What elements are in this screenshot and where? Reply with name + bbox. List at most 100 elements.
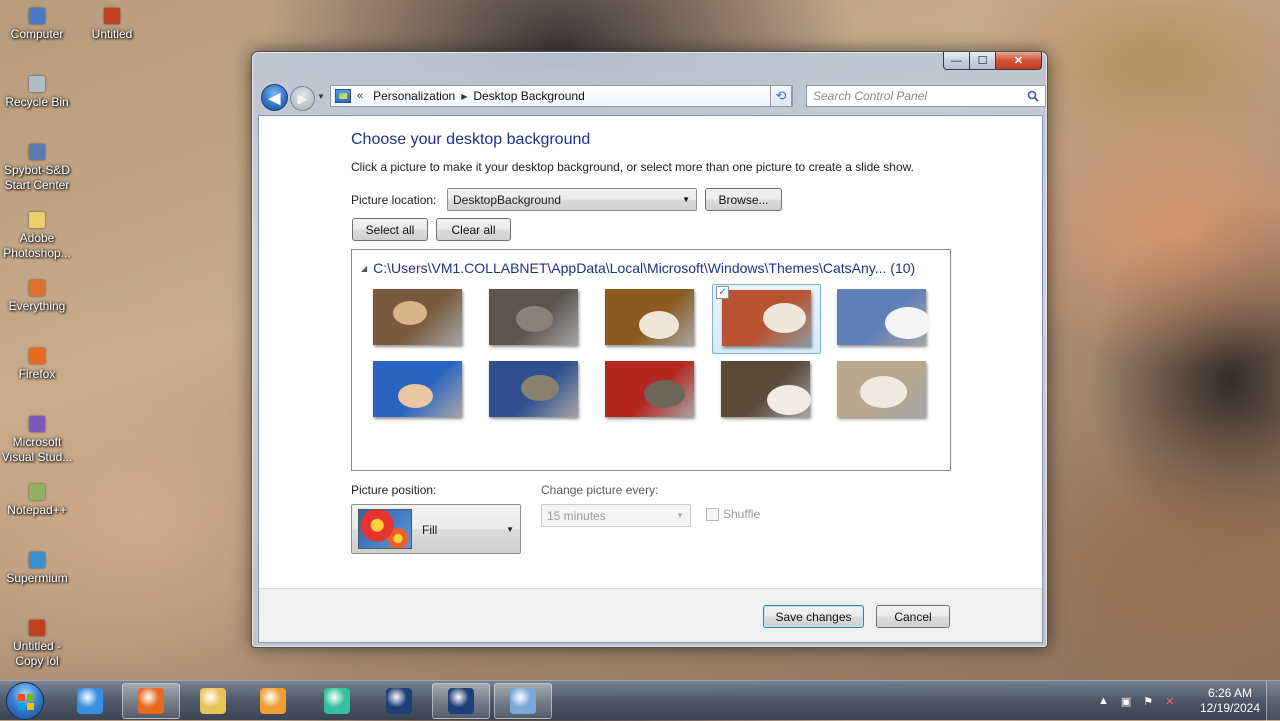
picture-position-value: Fill bbox=[422, 523, 438, 537]
desktop-icon-notepadpp[interactable]: Notepad++ bbox=[0, 484, 74, 518]
desktop-icon-firefox[interactable]: Firefox bbox=[0, 348, 74, 382]
wallpaper-thumbnail[interactable] bbox=[364, 284, 473, 354]
maximize-button[interactable]: ☐ bbox=[970, 52, 996, 70]
cat-shape bbox=[763, 303, 806, 333]
caption-buttons: — ☐ ✕ bbox=[943, 52, 1042, 70]
breadcrumb-separator-icon[interactable]: ▶ bbox=[461, 92, 467, 101]
cat-photo-image bbox=[489, 289, 578, 345]
minimize-button[interactable]: — bbox=[943, 52, 970, 70]
desktop-icon-spybot[interactable]: Spybot-S&D Start Center bbox=[0, 144, 74, 193]
desktop-icon-label: Untitled bbox=[91, 27, 133, 41]
recent-pages-dropdown-icon[interactable]: ▼ bbox=[317, 92, 325, 101]
taskbar-button[interactable] bbox=[494, 683, 552, 719]
desktop-icon-label: Computer bbox=[10, 27, 64, 41]
cat-photo-image bbox=[837, 289, 931, 345]
clear-all-button[interactable]: Clear all bbox=[436, 218, 511, 241]
search-input[interactable]: Search Control Panel bbox=[806, 85, 1046, 107]
save-changes-button[interactable]: Save changes bbox=[763, 605, 864, 628]
wallpaper-thumbnail[interactable] bbox=[480, 356, 589, 426]
desktop-icon-computer[interactable]: Computer bbox=[0, 8, 74, 42]
taskbar-button[interactable] bbox=[308, 683, 366, 719]
wallpaper-thumbnail[interactable] bbox=[596, 284, 705, 354]
internet-explorer-icon bbox=[77, 688, 103, 714]
select-all-button[interactable]: Select all bbox=[352, 218, 428, 241]
close-button[interactable]: ✕ bbox=[996, 52, 1042, 70]
windows-logo-icon bbox=[18, 694, 34, 710]
desktop-icon-supermium[interactable]: Supermium bbox=[0, 552, 74, 586]
collapse-triangle-icon[interactable]: ◢ bbox=[361, 264, 367, 273]
firefox-icon bbox=[138, 688, 164, 714]
breadcrumb-desktop-background[interactable]: Desktop Background bbox=[473, 89, 584, 103]
action-center-flag-icon[interactable]: ⚑ bbox=[1143, 695, 1153, 708]
desktop-icon-label: Recycle Bin bbox=[5, 95, 69, 109]
desktop-icon-photoshop[interactable]: Adobe Photoshop... bbox=[0, 212, 74, 261]
volume-muted-icon[interactable]: ✕ bbox=[1165, 695, 1174, 708]
cat-shape bbox=[521, 375, 559, 401]
firefox-icon bbox=[29, 348, 45, 364]
desktop-icon-recycle-bin[interactable]: Recycle Bin bbox=[0, 76, 74, 110]
back-arrow-icon[interactable]: ◀ bbox=[261, 84, 288, 111]
taskbar-button[interactable] bbox=[432, 683, 490, 719]
wallpaper-thumbnail[interactable] bbox=[828, 356, 937, 426]
show-hidden-icons-icon[interactable]: ▲ bbox=[1098, 695, 1109, 707]
desktop-icon-visual-studio[interactable]: Microsoft Visual Stud... bbox=[0, 416, 74, 465]
picture-location-label: Picture location: bbox=[351, 193, 437, 207]
picture-position-select[interactable]: Fill ▼ bbox=[351, 504, 521, 554]
notepadpp-icon bbox=[29, 484, 45, 500]
position-preview-image bbox=[358, 509, 412, 549]
wallpaper-thumbnail[interactable] bbox=[364, 356, 473, 426]
wallpaper-thumbnail[interactable] bbox=[596, 356, 705, 426]
clock[interactable]: 6:26 AM 12/19/2024 bbox=[1196, 686, 1264, 716]
clock-time: 6:26 AM bbox=[1207, 686, 1253, 700]
image-file-icon bbox=[29, 620, 45, 636]
address-bar[interactable]: « Personalization ▶ Desktop Background ▼ bbox=[330, 85, 793, 107]
refresh-icon[interactable]: ⟲ bbox=[770, 85, 792, 107]
shuffle-checkbox[interactable] bbox=[706, 508, 719, 521]
desktop-icon-label: Untitled - Copy lol bbox=[12, 639, 62, 668]
folder-group-header[interactable]: ◢ C:\Users\VM1.COLLABNET\AppData\Local\Mi… bbox=[361, 260, 915, 276]
system-tray: ▲ ▣ ⚑ ✕ bbox=[1098, 681, 1186, 721]
picture-gallery[interactable]: ◢ C:\Users\VM1.COLLABNET\AppData\Local\Mi… bbox=[351, 249, 951, 471]
wallpaper-thumbnail[interactable] bbox=[712, 356, 821, 426]
picture-location-select[interactable]: DesktopBackground ▼ bbox=[447, 188, 697, 211]
search-placeholder: Search Control Panel bbox=[813, 89, 928, 103]
cat-photo-image bbox=[605, 361, 694, 417]
desktop-icon-untitled[interactable]: Untitled bbox=[75, 8, 149, 42]
forward-arrow-icon[interactable]: ▶ bbox=[290, 86, 315, 111]
show-desktop-button[interactable] bbox=[1266, 681, 1280, 721]
taskbar-button[interactable] bbox=[122, 683, 180, 719]
cancel-button[interactable]: Cancel bbox=[876, 605, 950, 628]
desktop-icon-label: Supermium bbox=[6, 571, 68, 585]
cat-shape bbox=[860, 376, 907, 408]
wallpaper-thumbnail[interactable]: ✓ bbox=[712, 284, 821, 354]
picture-position-label: Picture position: bbox=[351, 483, 437, 497]
cat-photo-image bbox=[489, 361, 578, 417]
page-description: Click a picture to make it your desktop … bbox=[351, 160, 914, 174]
cat-shape bbox=[639, 311, 679, 339]
visual-studio-icon bbox=[29, 416, 45, 432]
wallpaper-thumbnail[interactable] bbox=[828, 284, 937, 354]
spybot-icon bbox=[29, 144, 45, 160]
desktop-icon-everything[interactable]: Everything bbox=[0, 280, 74, 314]
change-picture-label: Change picture every: bbox=[541, 483, 659, 497]
everything-search-icon bbox=[29, 280, 45, 296]
wallpaper-thumbnail[interactable] bbox=[480, 284, 589, 354]
browse-button[interactable]: Browse... bbox=[705, 188, 782, 211]
taskbar-button[interactable] bbox=[244, 683, 302, 719]
search-icon[interactable] bbox=[1027, 90, 1039, 102]
taskbar-button[interactable] bbox=[61, 683, 119, 719]
chevron-down-icon: ▼ bbox=[682, 195, 690, 204]
taskbar-button[interactable] bbox=[370, 683, 428, 719]
photoshop-icon bbox=[386, 688, 412, 714]
network-icon[interactable]: ▣ bbox=[1121, 695, 1131, 708]
cat-photo-image bbox=[605, 289, 694, 345]
cat-photo-image bbox=[721, 361, 811, 417]
breadcrumb-personalization[interactable]: Personalization bbox=[373, 89, 455, 103]
change-interval-select[interactable]: 15 minutes ▼ bbox=[541, 504, 691, 527]
desktop-icon-untitled-copy[interactable]: Untitled - Copy lol bbox=[0, 620, 74, 669]
cat-shape bbox=[516, 306, 553, 332]
address-overflow-icon[interactable]: « bbox=[357, 90, 363, 102]
taskbar-button[interactable] bbox=[184, 683, 242, 719]
thumbnail-checkbox[interactable]: ✓ bbox=[716, 286, 729, 299]
start-button[interactable] bbox=[6, 682, 44, 720]
